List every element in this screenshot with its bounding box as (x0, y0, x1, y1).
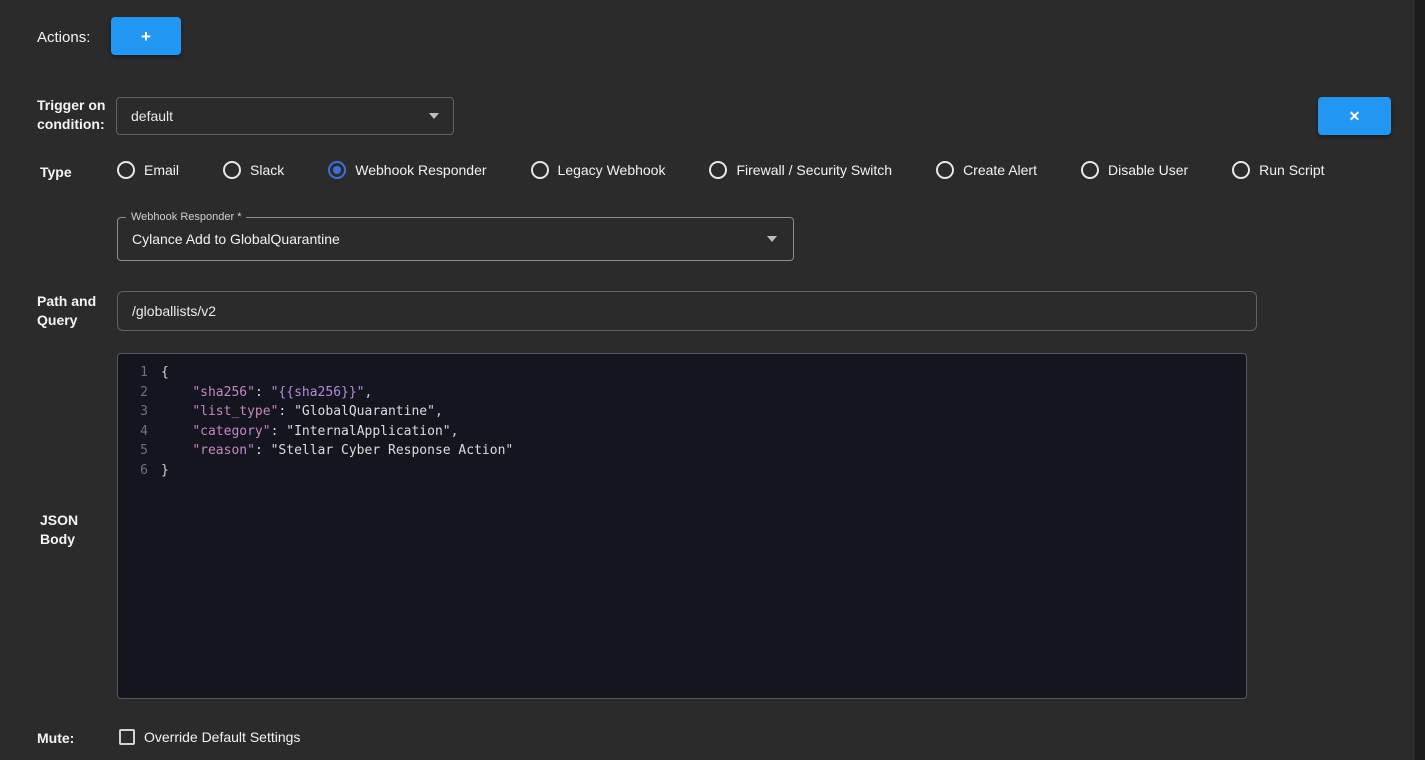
radio-icon[interactable] (936, 161, 954, 179)
line-number: 1 (118, 363, 148, 383)
line-number: 6 (118, 461, 148, 481)
radio-icon[interactable] (709, 161, 727, 179)
path-query-input[interactable] (117, 291, 1257, 331)
actions-label: Actions: (37, 29, 90, 46)
code-text: } (161, 461, 169, 481)
type-option-label: Slack (250, 162, 284, 178)
type-option-run-script[interactable]: Run Script (1232, 161, 1324, 179)
type-option-label: Firewall / Security Switch (736, 162, 892, 178)
mute-label: Mute: (37, 729, 74, 748)
response-action-form: Actions: + Trigger on condition: default… (0, 0, 1425, 760)
type-option-label: Run Script (1259, 162, 1324, 178)
webhook-responder-value: Cylance Add to GlobalQuarantine (132, 231, 340, 247)
line-number: 2 (118, 383, 148, 403)
chevron-down-icon (767, 236, 777, 242)
type-option-legacy-webhook[interactable]: Legacy Webhook (531, 161, 666, 179)
type-label: Type (40, 163, 72, 182)
code-line: 1{ (118, 363, 1246, 383)
radio-icon[interactable] (1232, 161, 1250, 179)
code-text: { (161, 363, 169, 383)
code-text: "category": "InternalApplication", (161, 422, 458, 442)
radio-icon[interactable] (1081, 161, 1099, 179)
webhook-responder-select[interactable]: Webhook Responder * Cylance Add to Globa… (117, 217, 794, 261)
override-default-settings-label: Override Default Settings (144, 729, 300, 745)
scrollbar[interactable] (1415, 0, 1425, 760)
trigger-condition-label: Trigger on condition: (37, 96, 109, 134)
line-number: 3 (118, 402, 148, 422)
code-text: "list_type": "GlobalQuarantine", (161, 402, 443, 422)
close-icon: ✕ (1349, 109, 1361, 123)
type-radio-group: Email Slack Webhook Responder Legacy Webhoo… (117, 161, 1325, 179)
type-option-label: Disable User (1108, 162, 1188, 178)
type-option-email[interactable]: Email (117, 161, 179, 179)
line-number: 5 (118, 441, 148, 461)
remove-action-button[interactable]: ✕ (1318, 97, 1391, 135)
trigger-condition-select[interactable]: default (116, 97, 454, 135)
radio-icon[interactable] (117, 161, 135, 179)
type-option-slack[interactable]: Slack (223, 161, 284, 179)
type-option-label: Create Alert (963, 162, 1037, 178)
code-text: "sha256": "{{sha256}}", (161, 383, 372, 403)
radio-icon[interactable] (531, 161, 549, 179)
json-body-editor[interactable]: 1{2 "sha256": "{{sha256}}",3 "list_type"… (117, 353, 1247, 699)
code-line: 2 "sha256": "{{sha256}}", (118, 383, 1246, 403)
type-option-firewall-security-switch[interactable]: Firewall / Security Switch (709, 161, 892, 179)
code-line: 6} (118, 461, 1246, 481)
chevron-down-icon (429, 113, 439, 119)
radio-selected-icon[interactable] (328, 161, 346, 179)
json-body-label: JSON Body (40, 511, 86, 549)
type-option-webhook-responder[interactable]: Webhook Responder (328, 161, 486, 179)
type-option-label: Legacy Webhook (558, 162, 666, 178)
json-editor-lines: 1{2 "sha256": "{{sha256}}",3 "list_type"… (118, 363, 1246, 480)
override-default-settings-checkbox[interactable] (119, 729, 135, 745)
type-option-label: Webhook Responder (355, 162, 486, 178)
code-line: 3 "list_type": "GlobalQuarantine", (118, 402, 1246, 422)
plus-icon: + (141, 28, 151, 45)
add-action-button[interactable]: + (111, 17, 181, 55)
type-option-label: Email (144, 162, 179, 178)
trigger-condition-value: default (131, 108, 173, 124)
code-line: 5 "reason": "Stellar Cyber Response Acti… (118, 441, 1246, 461)
type-option-disable-user[interactable]: Disable User (1081, 161, 1188, 179)
webhook-responder-float-label: Webhook Responder * (126, 210, 246, 224)
radio-icon[interactable] (223, 161, 241, 179)
path-query-label: Path and Query (37, 292, 99, 330)
code-line: 4 "category": "InternalApplication", (118, 422, 1246, 442)
line-number: 4 (118, 422, 148, 442)
code-text: "reason": "Stellar Cyber Response Action… (161, 441, 513, 461)
type-option-create-alert[interactable]: Create Alert (936, 161, 1037, 179)
